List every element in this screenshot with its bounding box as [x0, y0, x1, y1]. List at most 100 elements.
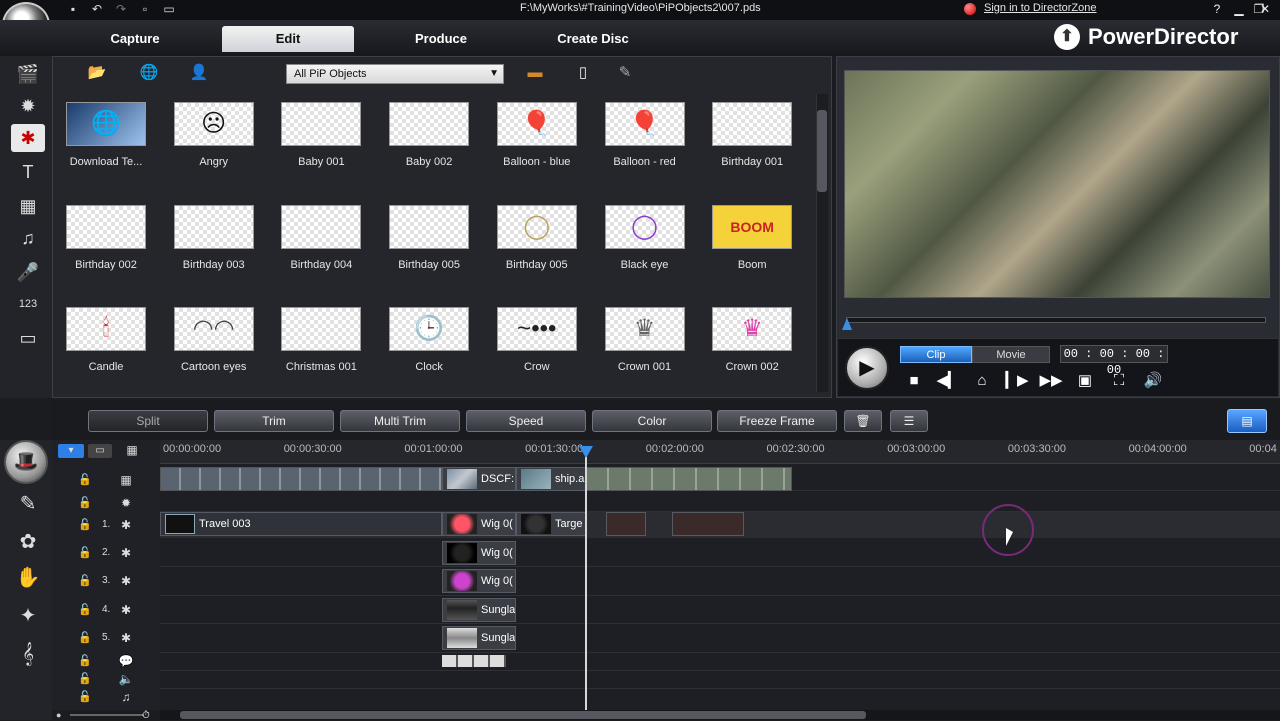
- tab-create-disc[interactable]: Create Disc: [528, 26, 658, 52]
- zoom-track[interactable]: [70, 714, 144, 716]
- library-item[interactable]: ◯ Birthday 005: [487, 197, 587, 291]
- new-item-icon[interactable]: ▯: [572, 64, 594, 82]
- pip-clip-travel[interactable]: Travel 003: [160, 512, 442, 536]
- magic-motion-icon[interactable]: ✋: [14, 564, 42, 592]
- magic-movie-icon[interactable]: 🎩: [4, 440, 48, 484]
- timeline-view-icon[interactable]: ▾: [58, 444, 84, 458]
- import-folder-icon[interactable]: 📂: [86, 64, 108, 82]
- movie-mode-toggle[interactable]: Movie: [972, 346, 1050, 363]
- clip-mode-toggle[interactable]: Clip: [900, 346, 972, 363]
- video-clip[interactable]: [160, 467, 442, 491]
- storyboard-view-icon[interactable]: ▭: [88, 444, 112, 458]
- library-item[interactable]: ~••• Crow: [487, 299, 587, 393]
- zoom-out-icon[interactable]: ●: [56, 710, 61, 720]
- library-item[interactable]: Baby 001: [271, 94, 371, 188]
- library-item[interactable]: Birthday 001: [702, 94, 802, 188]
- open-icon[interactable]: ▭: [162, 2, 176, 16]
- library-item[interactable]: Birthday 002: [56, 197, 156, 291]
- subtitle-clip[interactable]: [442, 655, 506, 667]
- chapter-room-icon[interactable]: 123: [11, 290, 45, 318]
- library-item[interactable]: ♛ Crown 001: [595, 299, 695, 393]
- keyframe-icon[interactable]: ☰: [890, 410, 928, 432]
- magic-style-icon[interactable]: ✦: [14, 602, 42, 630]
- library-item[interactable]: Birthday 005: [379, 197, 479, 291]
- freeze-frame-button[interactable]: Freeze Frame: [717, 410, 837, 432]
- library-item[interactable]: Baby 002: [379, 94, 479, 188]
- trim-button[interactable]: Trim: [214, 410, 334, 432]
- fast-forward-icon[interactable]: ▶▶: [1039, 370, 1063, 392]
- preview-quality-icon[interactable]: ▣: [1073, 370, 1097, 392]
- library-item[interactable]: Christmas 001: [271, 299, 371, 393]
- library-scroll-thumb[interactable]: [817, 110, 827, 192]
- lock-icon[interactable]: 🔓: [78, 631, 92, 645]
- library-item[interactable]: 🕒 Clock: [379, 299, 479, 393]
- library-item[interactable]: ◠◠ Cartoon eyes: [164, 299, 264, 393]
- library-item[interactable]: 🌐 Download Te...: [56, 94, 156, 188]
- fullscreen-icon[interactable]: ⛶: [1107, 370, 1131, 392]
- pip-objects-room-icon[interactable]: ✱: [11, 124, 45, 152]
- delete-icon[interactable]: 🗑: [844, 410, 882, 432]
- lock-icon[interactable]: 🔓: [78, 496, 92, 510]
- library-item[interactable]: 🕯 Candle: [56, 299, 156, 393]
- magic-music-icon[interactable]: 𝄞: [14, 640, 42, 668]
- pip-clip-wig[interactable]: Wig 0(: [442, 512, 516, 536]
- close-icon[interactable]: ✕: [1256, 2, 1274, 16]
- play-button[interactable]: ▶: [845, 346, 889, 390]
- subtitle-room-icon[interactable]: ▭: [11, 324, 45, 352]
- tab-capture[interactable]: Capture: [70, 26, 200, 52]
- lock-icon[interactable]: 🔓: [78, 546, 92, 560]
- seek-handle[interactable]: [842, 318, 852, 330]
- split-button[interactable]: Split: [88, 410, 208, 432]
- speed-button[interactable]: Speed: [466, 410, 586, 432]
- lock-icon[interactable]: 🔓: [78, 518, 92, 532]
- library-item[interactable]: Birthday 004: [271, 197, 371, 291]
- title-room-icon[interactable]: T: [11, 158, 45, 186]
- lock-icon[interactable]: 🔓: [78, 603, 92, 617]
- save-icon[interactable]: ▪: [66, 2, 80, 16]
- color-button[interactable]: Color: [592, 410, 712, 432]
- multi-trim-button[interactable]: Multi Trim: [340, 410, 460, 432]
- library-item[interactable]: BOOM Boom: [702, 197, 802, 291]
- lock-icon[interactable]: 🔓: [78, 672, 92, 686]
- timeline-scroll-thumb[interactable]: [180, 711, 866, 719]
- library-item[interactable]: Birthday 003: [164, 197, 264, 291]
- stop-icon[interactable]: ■: [902, 370, 926, 392]
- library-item[interactable]: ♛ Crown 002: [702, 299, 802, 393]
- minimize-icon[interactable]: ▁: [1230, 2, 1248, 16]
- library-item[interactable]: ☹ Angry: [164, 94, 264, 188]
- library-item[interactable]: ◯ Black eye: [595, 197, 695, 291]
- lock-icon[interactable]: 🔓: [78, 654, 92, 668]
- library-item[interactable]: 🎈 Balloon - blue: [487, 94, 587, 188]
- pip-clip[interactable]: [606, 512, 646, 536]
- undo-icon[interactable]: ↶: [90, 2, 104, 16]
- video-clip[interactable]: [586, 467, 792, 491]
- directorzone-icon[interactable]: 👤: [188, 64, 210, 82]
- new-icon[interactable]: ▫: [138, 2, 152, 16]
- playhead-handle[interactable]: [579, 446, 593, 458]
- pip-clip-sunglasses[interactable]: Sungla: [442, 598, 516, 622]
- library-item[interactable]: 🎈 Balloon - red: [595, 94, 695, 188]
- pip-clip-wig[interactable]: Wig 0(: [442, 541, 516, 565]
- pip-clip-target[interactable]: Targe: [516, 512, 586, 536]
- media-room-icon[interactable]: 🎬: [11, 60, 45, 88]
- seek-bar[interactable]: [846, 317, 1266, 323]
- redo-icon[interactable]: ↷: [114, 2, 128, 16]
- tab-produce[interactable]: Produce: [376, 26, 506, 52]
- voiceover-room-icon[interactable]: 🎤: [11, 258, 45, 286]
- pip-clip-sunglasses[interactable]: Sungla: [442, 626, 516, 650]
- magic-fix-icon[interactable]: ✿: [14, 528, 42, 556]
- pip-clip[interactable]: [672, 512, 744, 536]
- video-clip-dscf[interactable]: DSCF:: [442, 467, 516, 491]
- previous-frame-icon[interactable]: ◀▎: [936, 370, 960, 392]
- take-snapshot-icon[interactable]: ⌂: [970, 370, 994, 392]
- tab-edit[interactable]: Edit: [222, 26, 354, 52]
- magic-clean-icon[interactable]: ✎: [14, 490, 42, 518]
- timeline-mode-icon[interactable]: ▤: [1227, 409, 1267, 433]
- category-dropdown[interactable]: All PiP Objects ▼: [286, 64, 504, 84]
- effect-room-icon[interactable]: ✹: [11, 92, 45, 120]
- pip-designer-icon[interactable]: ▬: [524, 64, 546, 82]
- audio-mixing-room-icon[interactable]: ♫: [11, 224, 45, 252]
- video-clip-ship[interactable]: ship.a: [516, 467, 586, 491]
- zoom-in-icon[interactable]: ⏱: [142, 710, 150, 721]
- help-icon[interactable]: ?: [1208, 2, 1226, 16]
